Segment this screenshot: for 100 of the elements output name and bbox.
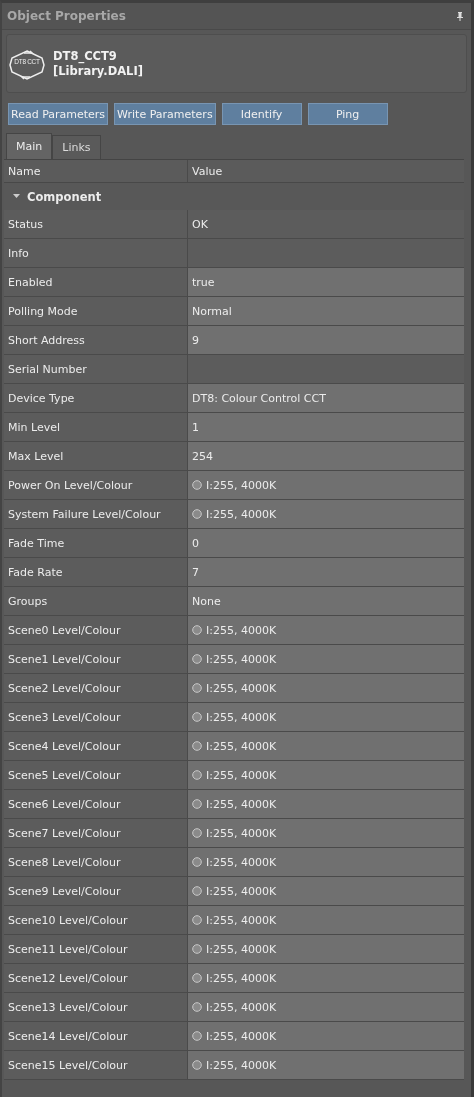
value-text: None: [192, 594, 221, 608]
property-name: Scene0 Level/Colour: [4, 616, 188, 644]
property-name: Scene5 Level/Colour: [4, 761, 188, 789]
property-value[interactable]: 9: [188, 326, 464, 354]
property-name: Scene10 Level/Colour: [4, 906, 188, 934]
property-value[interactable]: I:255, 4000K: [188, 732, 464, 760]
value-text: I:255, 4000K: [206, 710, 277, 724]
pin-icon[interactable]: [457, 11, 463, 21]
colour-swatch-icon: [192, 509, 202, 519]
object-library: [Library.DALI]: [53, 63, 143, 79]
property-name: Scene6 Level/Colour: [4, 790, 188, 818]
colour-swatch-icon: [192, 973, 202, 983]
property-name: Power On Level/Colour: [4, 471, 188, 499]
property-value[interactable]: true: [188, 268, 464, 296]
value-text: I:255, 4000K: [206, 971, 277, 985]
value-text: I:255, 4000K: [206, 942, 277, 956]
property-value[interactable]: I:255, 4000K: [188, 790, 464, 818]
value-text: 9: [192, 333, 199, 347]
property-value[interactable]: I:255, 4000K: [188, 703, 464, 731]
colour-swatch-icon: [192, 857, 202, 867]
property-value[interactable]: 1: [188, 413, 464, 441]
value-text: 7: [192, 565, 199, 579]
property-name: Scene15 Level/Colour: [4, 1051, 188, 1079]
property-value[interactable]: DT8: Colour Control CCT: [188, 384, 464, 412]
value-text: I:255, 4000K: [206, 623, 277, 637]
property-value[interactable]: 254: [188, 442, 464, 470]
property-value[interactable]: I:255, 4000K: [188, 761, 464, 789]
object-name: DT8_CCT9: [53, 48, 118, 64]
tab[interactable]: Main: [6, 133, 53, 159]
property-name: Scene13 Level/Colour: [4, 993, 188, 1021]
value-text: I:255, 4000K: [206, 884, 277, 898]
property-value[interactable]: I:255, 4000K: [188, 935, 464, 963]
property-value[interactable]: I:255, 4000K: [188, 1051, 464, 1079]
colour-swatch-icon: [192, 944, 202, 954]
value-text: I:255, 4000K: [206, 855, 277, 869]
property-value[interactable]: I:255, 4000K: [188, 993, 464, 1021]
property-name: Scene14 Level/Colour: [4, 1022, 188, 1050]
property-name: Enabled: [4, 268, 188, 296]
property-value[interactable]: 7: [188, 558, 464, 586]
property-value[interactable]: I:255, 4000K: [188, 906, 464, 934]
property-name: Scene8 Level/Colour: [4, 848, 188, 876]
colour-swatch-icon: [192, 480, 202, 490]
property-value[interactable]: Normal: [188, 297, 464, 325]
value-text: I:255, 4000K: [206, 652, 277, 666]
column-header[interactable]: Name: [4, 160, 188, 182]
column-header[interactable]: Value: [188, 160, 464, 182]
action-button[interactable]: Ping: [307, 103, 388, 125]
property-value[interactable]: I:255, 4000K: [188, 819, 464, 847]
tab[interactable]: Links: [52, 135, 101, 159]
value-text: Normal: [192, 304, 232, 318]
value-text: I:255, 4000K: [206, 913, 277, 927]
property-name: Scene1 Level/Colour: [4, 645, 188, 673]
action-button[interactable]: Write Parameters: [114, 103, 216, 125]
property-value[interactable]: I:255, 4000K: [188, 877, 464, 905]
property-name: Status: [4, 210, 188, 238]
property-value[interactable]: I:255, 4000K: [188, 674, 464, 702]
property-value[interactable]: I:255, 4000K: [188, 1022, 464, 1050]
value-text: 254: [192, 449, 213, 463]
value-text: I:255, 4000K: [206, 739, 277, 753]
value-text: I:255, 4000K: [206, 797, 277, 811]
value-text: I:255, 4000K: [206, 768, 277, 782]
value-text: true: [192, 275, 215, 289]
property-value[interactable]: I:255, 4000K: [188, 645, 464, 673]
value-text: I:255, 4000K: [206, 478, 277, 492]
colour-swatch-icon: [192, 654, 202, 664]
colour-swatch-icon: [192, 915, 202, 925]
value-text: DT8: Colour Control CCT: [192, 391, 326, 405]
property-name: Scene9 Level/Colour: [4, 877, 188, 905]
property-value[interactable]: None: [188, 587, 464, 615]
property-value[interactable]: I:255, 4000K: [188, 848, 464, 876]
colour-swatch-icon: [192, 741, 202, 751]
property-value[interactable]: I:255, 4000K: [188, 471, 464, 499]
colour-swatch-icon: [192, 625, 202, 635]
property-name: Fade Rate: [4, 558, 188, 586]
colour-swatch-icon: [192, 886, 202, 896]
property-name: System Failure Level/Colour: [4, 500, 188, 528]
action-button[interactable]: Identify: [221, 103, 302, 125]
action-button[interactable]: Read Parameters: [8, 103, 109, 125]
property-name: Polling Mode: [4, 297, 188, 325]
property-name: Max Level: [4, 442, 188, 470]
property-name: Scene3 Level/Colour: [4, 703, 188, 731]
property-value[interactable]: I:255, 4000K: [188, 500, 464, 528]
value-text: I:255, 4000K: [206, 1000, 277, 1014]
colour-swatch-icon: [192, 828, 202, 838]
colour-swatch-icon: [192, 712, 202, 722]
property-value[interactable]: I:255, 4000K: [188, 616, 464, 644]
value-text: I:255, 4000K: [206, 826, 277, 840]
property-value[interactable]: 0: [188, 529, 464, 557]
property-name: Groups: [4, 587, 188, 615]
property-name: Scene4 Level/Colour: [4, 732, 188, 760]
value-text: OK: [192, 217, 208, 231]
property-name: Device Type: [4, 384, 188, 412]
value-text: I:255, 4000K: [206, 1058, 277, 1072]
value-text: 0: [192, 536, 199, 550]
property-name: Info: [4, 239, 188, 267]
property-name: Scene7 Level/Colour: [4, 819, 188, 847]
property-value[interactable]: I:255, 4000K: [188, 964, 464, 992]
property-name: Fade Time: [4, 529, 188, 557]
property-name: Scene11 Level/Colour: [4, 935, 188, 963]
colour-swatch-icon: [192, 1031, 202, 1041]
